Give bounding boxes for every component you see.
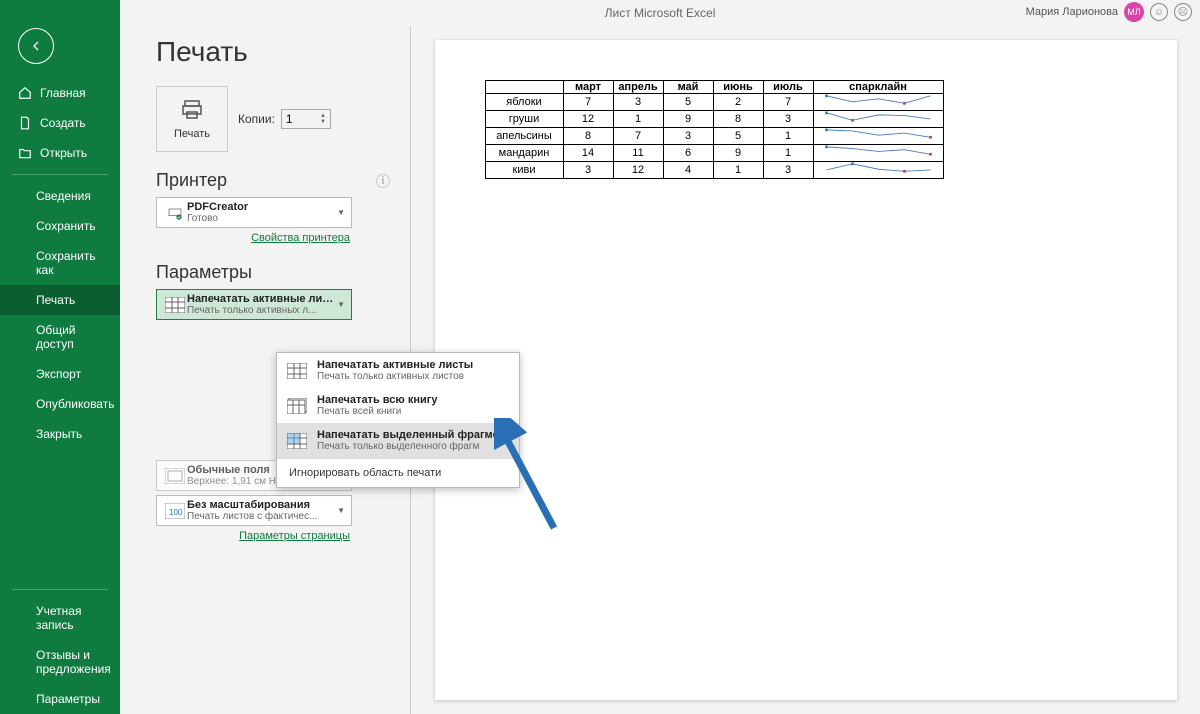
popup-ignore-print-area[interactable]: Игнорировать область печати — [277, 459, 519, 487]
printer-icon — [178, 98, 206, 122]
page-title: Печать — [156, 36, 390, 68]
window-title: Лист Microsoft Excel — [605, 6, 716, 20]
sheet-icon — [163, 297, 187, 313]
scaling-icon: 100 — [163, 503, 187, 519]
nav-info[interactable]: Сведения — [0, 181, 120, 211]
print-scope-popup: Напечатать активные листыПечать только а… — [276, 352, 520, 488]
user-area[interactable]: Мария Ларионова МЛ ☺ ☹ — [1026, 2, 1192, 22]
nav-open[interactable]: Открыть — [0, 138, 120, 168]
workbook-icon — [287, 398, 307, 414]
nav-save[interactable]: Сохранить — [0, 211, 120, 241]
margins-icon — [163, 468, 187, 484]
nav-export[interactable]: Экспорт — [0, 359, 120, 389]
nav-account[interactable]: Учетная запись — [0, 596, 120, 640]
printer-heading: Принтер — [156, 170, 227, 191]
print-button[interactable]: Печать — [156, 86, 228, 152]
chevron-down-icon: ▼ — [337, 506, 345, 515]
nav-publish[interactable]: Опубликовать — [0, 389, 120, 419]
chevron-down-icon: ▼ — [337, 208, 345, 217]
params-heading: Параметры — [156, 262, 252, 283]
printer-dropdown[interactable]: PDFCreator Готово ▼ — [156, 197, 352, 228]
chevron-down-icon: ▼ — [337, 300, 345, 309]
copies-input[interactable]: 1 ▲▼ — [281, 109, 331, 129]
nav-label: Открыть — [40, 146, 87, 160]
nav-feedback[interactable]: Отзывы и предложения — [0, 640, 120, 684]
folder-icon — [18, 146, 32, 160]
svg-text:100: 100 — [169, 508, 183, 517]
copies-label: Копии: — [238, 112, 275, 126]
nav-new[interactable]: Создать — [0, 108, 120, 138]
print-panel: Печать Печать Копии: 1 ▲▼ Принте — [120, 26, 410, 714]
user-name: Мария Ларионова — [1026, 6, 1118, 18]
nav-share[interactable]: Общий доступ — [0, 315, 120, 359]
print-scope-dropdown[interactable]: Напечатать активные листы Печать только … — [156, 289, 352, 320]
preview-page: март апрель май июнь июль спарклайн ябло… — [435, 40, 1177, 700]
printer-status-icon — [163, 205, 187, 221]
nav-saveas[interactable]: Сохранить как — [0, 241, 120, 285]
printer-properties-link[interactable]: Свойства принтера — [156, 232, 350, 244]
nav-print[interactable]: Печать — [0, 285, 120, 315]
nav-home[interactable]: Главная — [0, 78, 120, 108]
nav-close[interactable]: Закрыть — [0, 419, 120, 449]
selection-icon — [287, 433, 307, 449]
preview-table: март апрель май июнь июль спарклайн ябло… — [485, 80, 944, 179]
backstage-sidebar: Главная Создать Открыть Сведения Сохрани… — [0, 0, 120, 714]
sad-icon[interactable]: ☹ — [1174, 3, 1192, 21]
nav-label: Создать — [40, 116, 86, 130]
user-avatar: МЛ — [1124, 2, 1144, 22]
nav-label: Главная — [40, 86, 86, 100]
popup-option-whole-book[interactable]: Напечатать всю книгуПечать всей книги — [277, 388, 519, 423]
smile-icon[interactable]: ☺ — [1150, 3, 1168, 21]
file-icon — [18, 116, 32, 130]
page-setup-link[interactable]: Параметры страницы — [156, 530, 350, 542]
sheet-icon — [287, 363, 307, 379]
back-button[interactable] — [18, 28, 54, 64]
nav-options[interactable]: Параметры — [0, 684, 120, 714]
arrow-left-icon — [28, 38, 44, 54]
titlebar: Лист Microsoft Excel Мария Ларионова МЛ … — [120, 0, 1200, 26]
scaling-dropdown[interactable]: 100 Без масштабирования Печать листов с … — [156, 495, 352, 526]
print-preview: март апрель май июнь июль спарклайн ябло… — [410, 26, 1200, 714]
popup-option-active-sheets[interactable]: Напечатать активные листыПечать только а… — [277, 353, 519, 388]
popup-option-selection[interactable]: Напечатать выделенный фрагментПечать тол… — [277, 423, 519, 458]
home-icon — [18, 86, 32, 100]
info-icon[interactable]: i — [376, 174, 390, 188]
